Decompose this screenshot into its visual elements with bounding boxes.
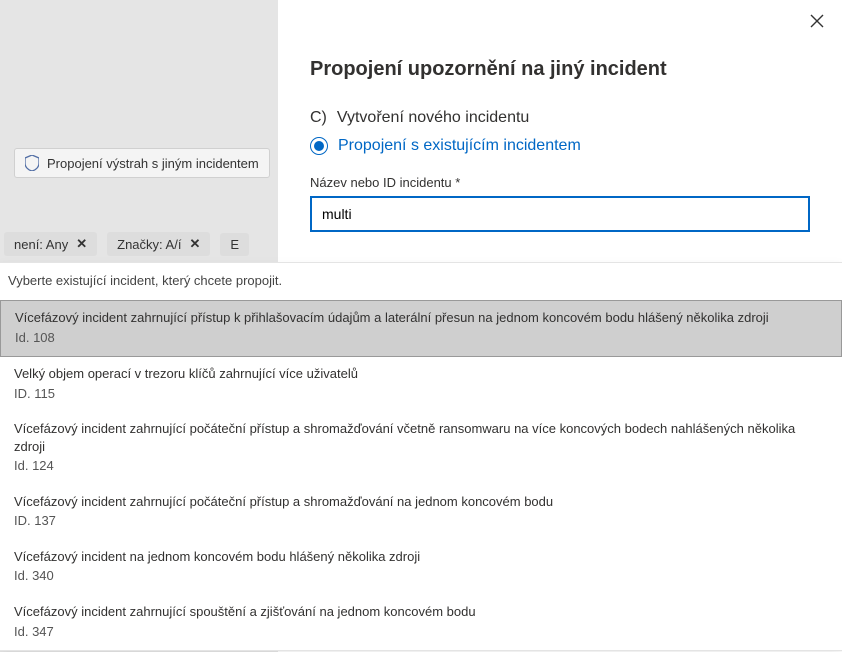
suggestion-item[interactable]: Vícefázový incident zahrnující přístup k…	[0, 300, 842, 357]
filter-chip[interactable]: E	[220, 233, 249, 256]
incident-suggestions: Vyberte existující incident, který chcet…	[0, 262, 842, 651]
suggestion-item[interactable]: Vícefázový incident zahrnující počáteční…	[0, 412, 842, 485]
incident-search-input[interactable]	[310, 196, 810, 232]
suggestion-id: Id. 347	[14, 623, 828, 641]
close-icon[interactable]: ✕	[189, 236, 200, 252]
link-alerts-button[interactable]: Propojení výstrah s jiným incidentem	[14, 148, 270, 178]
suggestions-hint: Vyberte existující incident, který chcet…	[0, 263, 842, 300]
suggestion-title: Vícefázový incident zahrnující počáteční…	[14, 494, 553, 509]
close-button[interactable]	[806, 10, 828, 32]
suggestion-title: Vícefázový incident na jednom koncovém b…	[14, 549, 420, 564]
shield-icon	[25, 155, 39, 171]
filter-chip[interactable]: není: Any ✕	[4, 232, 97, 256]
suggestion-id: ID. 115	[14, 385, 828, 403]
panel-title: Propojení upozornění na jiný incident	[310, 58, 810, 81]
suggestion-title: Vícefázový incident zahrnující počáteční…	[14, 421, 795, 454]
close-icon[interactable]: ✕	[76, 236, 87, 252]
filter-chip[interactable]: Značky: A/í ✕	[107, 232, 210, 256]
radio-dot-icon	[310, 137, 328, 155]
radio-create-new[interactable]: C) Vytvoření nového incidentu	[310, 109, 810, 127]
suggestion-item[interactable]: Vícefázový incident na jednom koncovém b…	[0, 540, 842, 595]
filter-chips: není: Any ✕ Značky: A/í ✕ E	[0, 232, 249, 256]
suggestion-item[interactable]: Vícefázový incident zahrnující spouštění…	[0, 595, 842, 650]
suggestion-item[interactable]: Velký objem operací v trezoru klíčů zahr…	[0, 357, 842, 412]
incident-field-label: Název nebo ID incidentu *	[310, 175, 810, 190]
radio-link-existing[interactable]: Propojení s existujícím incidentem	[310, 137, 810, 155]
suggestion-title: Velký objem operací v trezoru klíčů zahr…	[14, 366, 358, 381]
suggestion-id: Id. 340	[14, 567, 828, 585]
suggestion-title: Vícefázový incident zahrnující spouštění…	[14, 604, 476, 619]
suggestion-id: Id. 108	[15, 329, 827, 347]
option-marker: C)	[310, 109, 327, 127]
suggestion-id: Id. 124	[14, 457, 828, 475]
suggestion-title: Vícefázový incident zahrnující přístup k…	[15, 310, 769, 325]
link-alerts-label: Propojení výstrah s jiným incidentem	[47, 156, 259, 171]
suggestion-item[interactable]: Vícefázový incident zahrnující počáteční…	[0, 485, 842, 540]
radio-group: C) Vytvoření nového incidentu Propojení …	[310, 109, 810, 155]
suggestion-id: ID. 137	[14, 512, 828, 530]
